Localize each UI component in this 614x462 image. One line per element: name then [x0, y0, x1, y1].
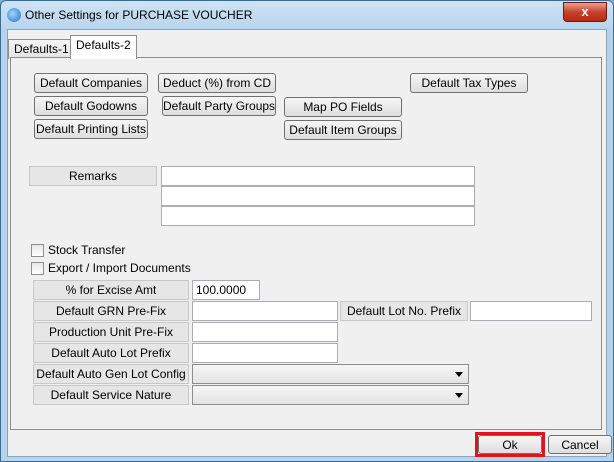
checkbox-icon[interactable]	[31, 262, 44, 275]
auto-gen-lot-config-select[interactable]	[192, 364, 469, 384]
ok-highlight-box	[475, 432, 545, 457]
default-tax-types-button[interactable]: Default Tax Types	[410, 73, 528, 93]
chevron-down-icon[interactable]	[455, 372, 463, 377]
settings-window: Other Settings for PURCHASE VOUCHER x De…	[0, 0, 614, 462]
remarks-line-3[interactable]	[161, 206, 475, 226]
auto-lot-prefix-field[interactable]	[192, 343, 338, 363]
grn-prefix-field[interactable]	[192, 301, 338, 321]
production-unit-prefix-field[interactable]	[192, 322, 338, 342]
excise-amt-field[interactable]: 100.0000	[192, 280, 260, 300]
service-nature-label: Default Service Nature	[33, 385, 189, 405]
lot-no-prefix-field[interactable]	[470, 301, 592, 321]
remarks-label: Remarks	[29, 166, 157, 186]
export-import-checkbox[interactable]: Export / Import Documents	[31, 261, 191, 276]
auto-lot-prefix-label: Default Auto Lot Prefix	[33, 343, 189, 363]
default-party-groups-button[interactable]: Default Party Groups	[162, 96, 276, 116]
excise-amt-label: % for Excise Amt	[33, 280, 189, 300]
deduct-from-cd-button[interactable]: Deduct (%) from CD	[158, 73, 276, 93]
default-printing-lists-button[interactable]: Default Printing Lists	[34, 119, 148, 139]
grn-prefix-label: Default GRN Pre-Fix	[33, 301, 189, 321]
stock-transfer-label: Stock Transfer	[48, 243, 126, 257]
stock-transfer-checkbox[interactable]: Stock Transfer	[31, 243, 125, 258]
cancel-button[interactable]: Cancel	[548, 435, 612, 454]
default-companies-button[interactable]: Default Companies	[34, 73, 148, 93]
default-item-groups-button[interactable]: Default Item Groups	[284, 120, 402, 140]
auto-gen-lot-config-label: Default Auto Gen Lot Config	[33, 364, 189, 384]
remarks-line-1[interactable]	[161, 166, 475, 186]
window-title: Other Settings for PURCHASE VOUCHER	[25, 8, 253, 22]
title-bar[interactable]: Other Settings for PURCHASE VOUCHER x	[1, 1, 613, 29]
close-button[interactable]: x	[563, 2, 607, 22]
defaults-2-panel: Default Companies Deduct (%) from CD Def…	[10, 57, 602, 430]
production-unit-prefix-label: Production Unit Pre-Fix	[33, 322, 189, 342]
checkbox-icon[interactable]	[31, 244, 44, 257]
chevron-down-icon[interactable]	[455, 393, 463, 398]
lot-no-prefix-label: Default Lot No. Prefix	[340, 301, 468, 321]
dialog-client-area: Defaults-1 Defaults-2 Default Companies …	[7, 29, 607, 457]
tab-defaults-1[interactable]: Defaults-1	[8, 39, 75, 59]
app-logo-icon	[7, 8, 21, 22]
tab-defaults-2[interactable]: Defaults-2	[70, 35, 137, 59]
remarks-line-2[interactable]	[161, 186, 475, 206]
map-po-fields-button[interactable]: Map PO Fields	[284, 97, 402, 117]
default-godowns-button[interactable]: Default Godowns	[34, 96, 148, 116]
export-import-label: Export / Import Documents	[48, 261, 191, 275]
service-nature-select[interactable]	[192, 385, 469, 405]
